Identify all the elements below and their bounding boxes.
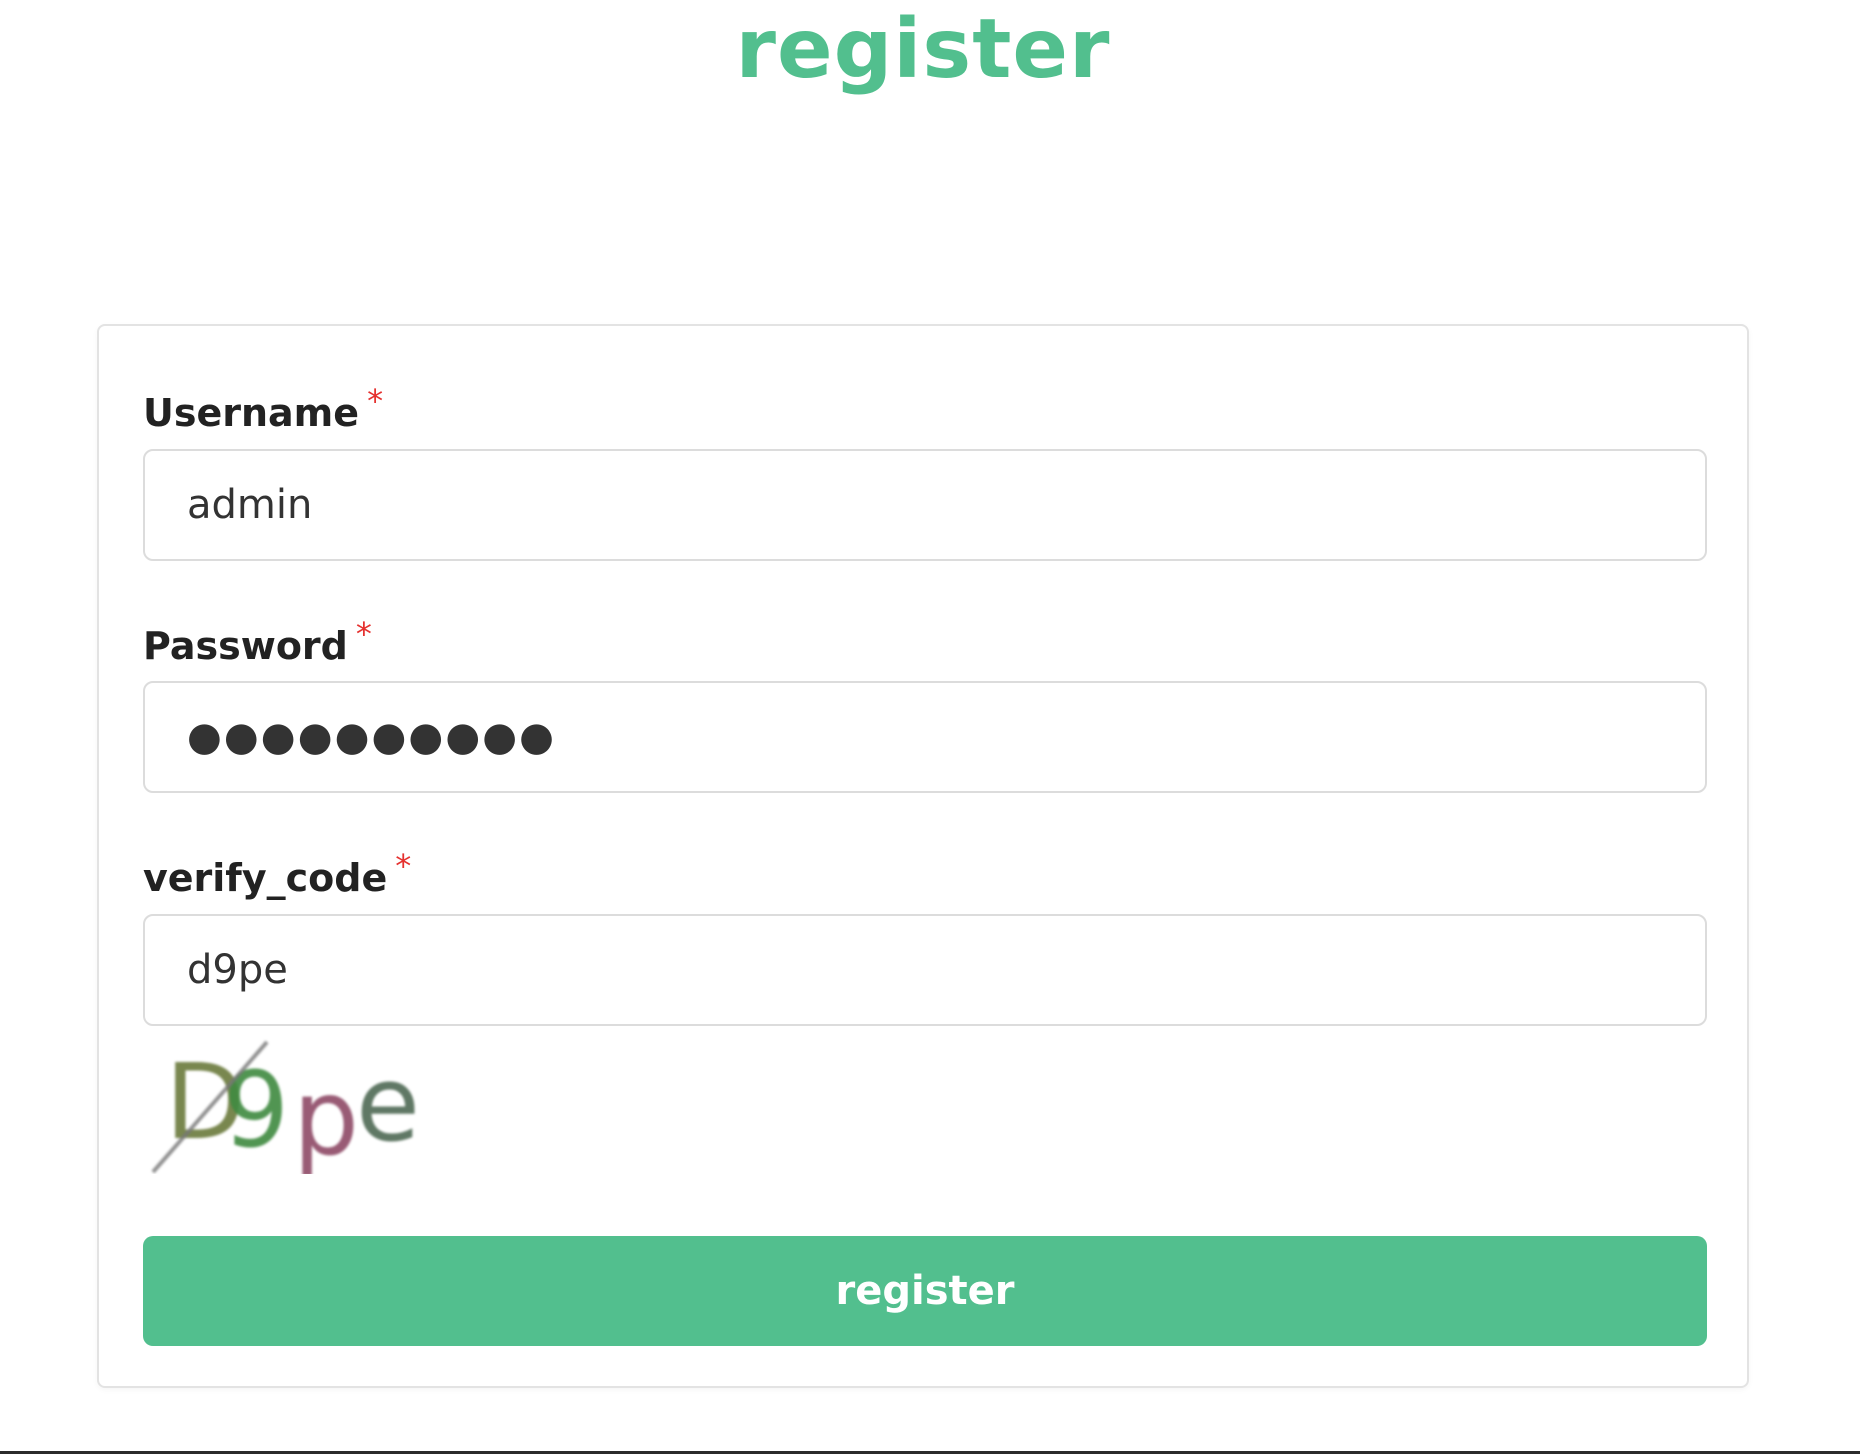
password-label: Password * (143, 615, 372, 671)
captcha-image[interactable]: D 9 p e (143, 1036, 439, 1174)
verify-code-label-text: verify_code (143, 856, 388, 900)
page-title: register (735, 2, 1111, 97)
username-required-mark: * (367, 382, 384, 420)
password-input[interactable] (143, 681, 1707, 793)
svg-text:9: 9 (223, 1049, 289, 1171)
password-required-mark: * (355, 615, 372, 653)
password-label-text: Password (143, 624, 348, 668)
verify-code-required-mark: * (395, 847, 412, 885)
username-label-text: Username (143, 391, 360, 435)
verify-code-label: verify_code * (143, 847, 411, 903)
username-label: Username * (143, 382, 383, 438)
svg-text:p: p (293, 1057, 359, 1174)
register-button[interactable]: register (143, 1236, 1707, 1346)
username-input[interactable] (143, 449, 1707, 561)
verify-code-input[interactable] (143, 914, 1707, 1026)
register-form: Username* Password* verify_code* D 9 p e… (97, 324, 1749, 1388)
svg-text:e: e (356, 1043, 420, 1165)
